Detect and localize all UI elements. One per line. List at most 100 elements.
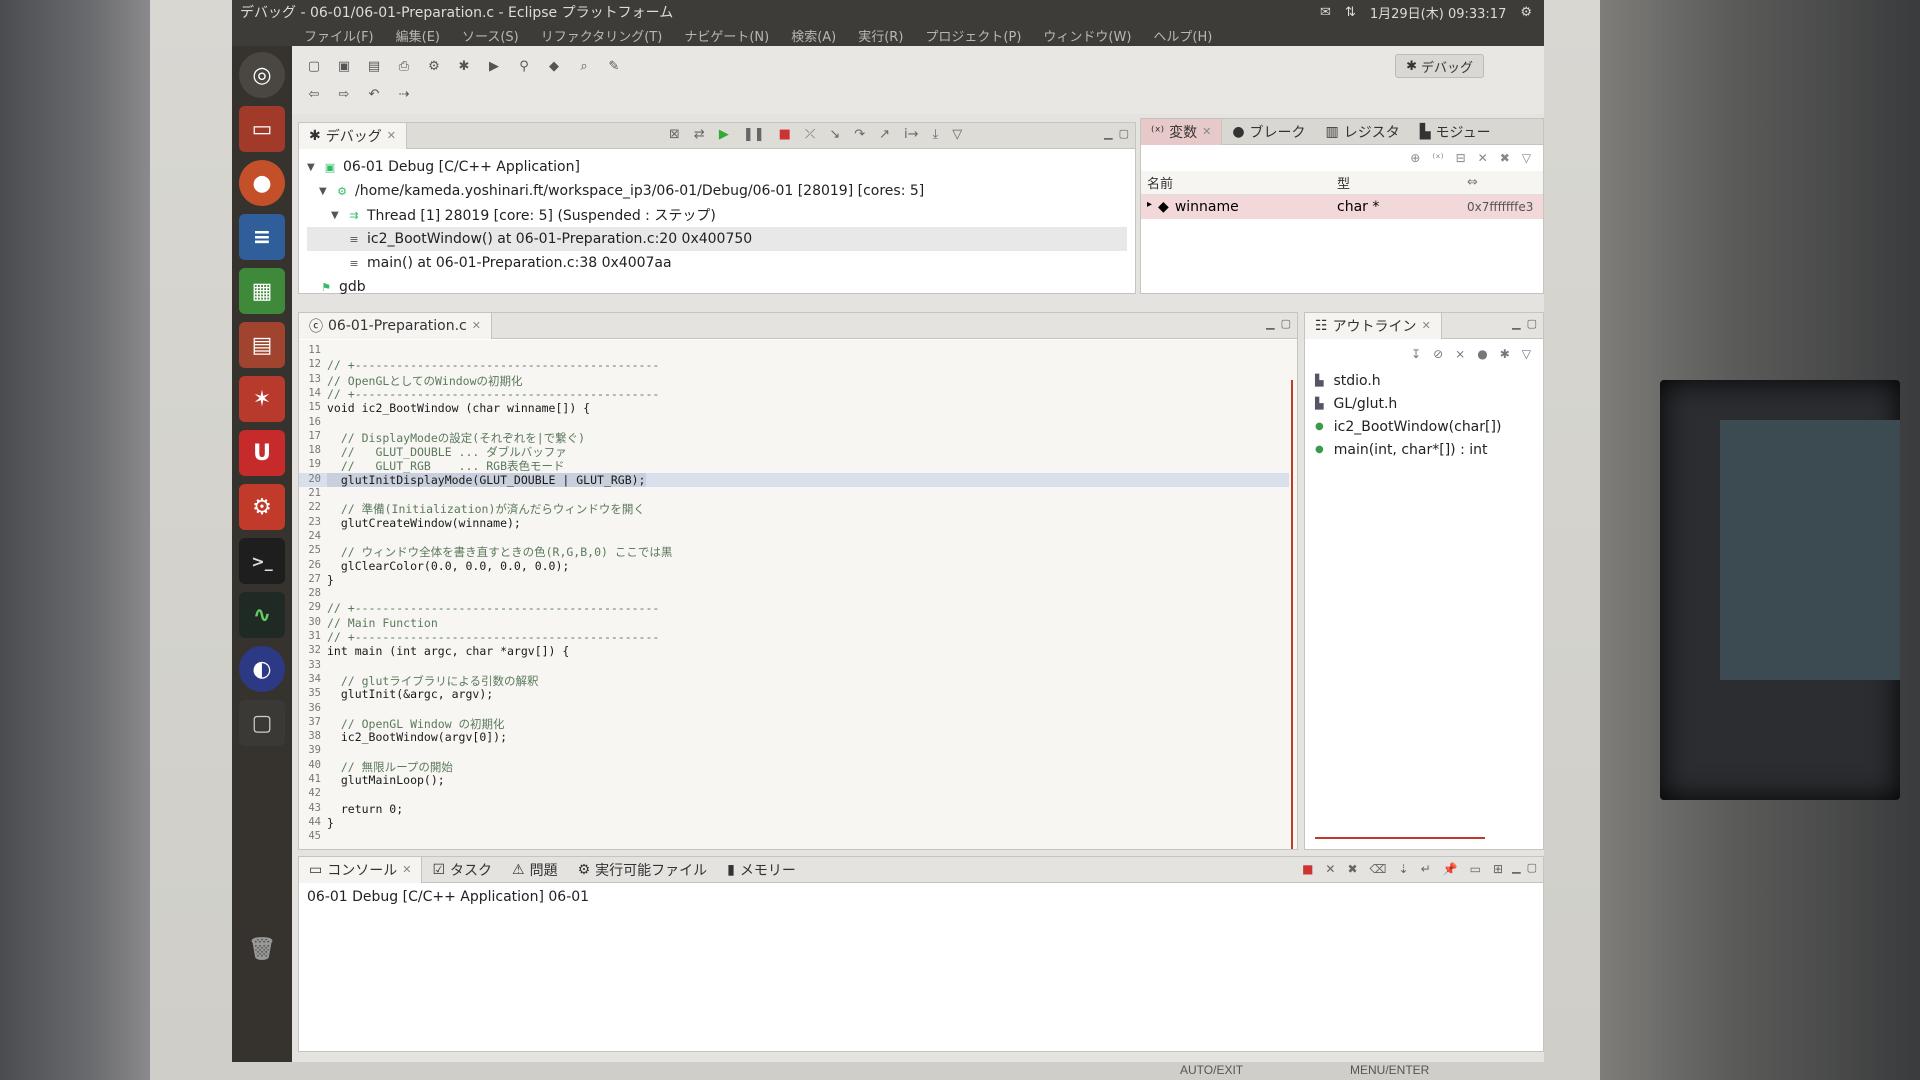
ubuntu-one-icon[interactable]: U: [239, 430, 285, 476]
step-into-icon[interactable]: ↘: [829, 127, 840, 142]
terminate-icon[interactable]: ■: [1302, 862, 1313, 876]
code-line[interactable]: 13 // OpenGLとしてのWindowの初期化: [299, 373, 1289, 388]
close-icon[interactable]: ✕: [402, 863, 411, 876]
debug-launch-icon[interactable]: ✱: [454, 56, 474, 76]
network-icon[interactable]: ⇅: [1345, 5, 1356, 20]
scroll-lock-icon[interactable]: ⇣: [1399, 862, 1409, 876]
menu-window[interactable]: ウィンドウ(W): [1043, 26, 1131, 45]
tab-editor-file[interactable]: ⓒ 06-01-Preparation.c ✕: [299, 312, 492, 339]
code-line[interactable]: 41 glutMainLoop();: [299, 773, 1289, 787]
tab-tasks[interactable]: ☑ タスク: [422, 857, 502, 883]
code-line[interactable]: 17 // DisplayModeの設定(それぞれを|で繋ぐ): [299, 430, 1289, 445]
collapse-all-icon[interactable]: ⊟: [1456, 151, 1466, 165]
code-line[interactable]: 38 ic2_BootWindow(argv[0]);: [299, 730, 1289, 744]
run-icon[interactable]: ▶: [484, 56, 504, 76]
code-line[interactable]: 25 // ウィンドウ全体を書き直すときの色(R,G,B,0) ここでは黒: [299, 544, 1289, 559]
code-line[interactable]: 15 void ic2_BootWindow (char winname[]) {: [299, 401, 1289, 415]
remove-icon[interactable]: ✕: [1478, 151, 1488, 165]
hide-fields-icon[interactable]: ⊘: [1433, 347, 1443, 361]
eclipse-icon[interactable]: ◐: [239, 646, 285, 692]
code-line[interactable]: 11: [299, 344, 1289, 358]
tab-debug[interactable]: ✱ デバッグ ✕: [299, 122, 407, 149]
hide-macro-icon[interactable]: ✱: [1500, 347, 1510, 361]
code-line[interactable]: 43 return 0;: [299, 802, 1289, 816]
mail-icon[interactable]: ✉: [1320, 5, 1331, 20]
menu-navigate[interactable]: ナビゲート(N): [684, 26, 769, 45]
save-icon[interactable]: ▣: [334, 56, 354, 76]
search-icon[interactable]: ⌕: [574, 56, 594, 76]
close-icon[interactable]: ✕: [387, 129, 396, 142]
code-line[interactable]: 22 // 準備(Initialization)が済んだらウィンドウを開く: [299, 501, 1289, 516]
code-line[interactable]: 19 // GLUT_RGB ... RGB表色モード: [299, 458, 1289, 473]
tab-problems[interactable]: ⚠ 問題: [502, 857, 568, 883]
add-global-icon[interactable]: ⊕: [1410, 151, 1420, 165]
back-icon[interactable]: ⇦: [304, 84, 324, 104]
minimize-icon[interactable]: ▁: [1104, 127, 1112, 140]
menu-help[interactable]: ヘルプ(H): [1153, 26, 1212, 45]
tab-executables[interactable]: ⚙ 実行可能ファイル: [568, 857, 718, 883]
tab-modules[interactable]: ▙ モジュー: [1410, 119, 1501, 145]
menu-refactor[interactable]: リファクタリング(T): [541, 26, 663, 45]
maximize-icon[interactable]: ▢: [1119, 127, 1129, 140]
code-line[interactable]: 23 glutCreateWindow(winname);: [299, 516, 1289, 530]
close-icon[interactable]: ✕: [1422, 319, 1431, 332]
maximize-icon[interactable]: ▢: [1527, 861, 1537, 874]
code-line[interactable]: 44}: [299, 816, 1289, 830]
minimize-icon[interactable]: ▁: [1512, 317, 1520, 330]
outline-item-stdio[interactable]: ▙ stdio.h: [1305, 369, 1543, 392]
code-line[interactable]: 27}: [299, 573, 1289, 587]
connect-icon[interactable]: ⇄: [694, 127, 705, 142]
sort-icon[interactable]: ↧: [1411, 347, 1421, 361]
annotation-icon[interactable]: ✎: [604, 56, 624, 76]
view-menu-icon[interactable]: ▽: [952, 127, 962, 142]
code-line[interactable]: 28: [299, 587, 1289, 601]
tree-frame-bootwindow[interactable]: ≡ ic2_BootWindow() at 06-01-Preparation.c…: [307, 227, 1127, 251]
suspend-icon[interactable]: ❚❚: [743, 127, 765, 142]
outline-item-bootwindow[interactable]: ● ic2_BootWindow(char[]): [1305, 415, 1543, 438]
code-line[interactable]: 26 glClearColor(0.0, 0.0, 0.0, 0.0);: [299, 559, 1289, 573]
open-console-icon[interactable]: ⊞: [1493, 862, 1503, 876]
code-line[interactable]: 30 // Main Function: [299, 616, 1289, 630]
code-line[interactable]: 37 // OpenGL Window の初期化: [299, 716, 1289, 731]
remove-all-icon[interactable]: ✖: [1500, 151, 1510, 165]
outline-item-glut[interactable]: ▙ GL/glut.h: [1305, 392, 1543, 415]
console-output[interactable]: 06-01 Debug [C/C++ Application] 06-01: [299, 883, 1543, 911]
variable-row[interactable]: ▸ ◆ winname char * 0x7fffffffe3: [1141, 195, 1543, 219]
pin-icon[interactable]: ⇢: [394, 84, 414, 104]
code-line[interactable]: 24: [299, 530, 1289, 544]
remove-terminated-icon[interactable]: ⊠: [669, 127, 680, 142]
expand-icon[interactable]: ▸: [1147, 199, 1152, 215]
menu-file[interactable]: ファイル(F): [304, 26, 374, 45]
tree-thread[interactable]: ▼ ⇉ Thread [1] 28019 [core: 5] (Suspended …: [307, 203, 1127, 227]
maximize-icon[interactable]: ▢: [1527, 317, 1537, 330]
instruction-stepping-icon[interactable]: i→: [904, 127, 919, 142]
code-line[interactable]: 35 glutInit(&argc, argv);: [299, 687, 1289, 701]
disconnect-icon[interactable]: ⤫: [805, 127, 815, 142]
new-icon[interactable]: ▢: [304, 56, 324, 76]
tree-process[interactable]: ▼ ⚙/home/kameda.yoshinari.ft/workspace_ip…: [307, 179, 1127, 203]
settings-gear-icon[interactable]: ⚙: [1520, 5, 1532, 20]
tab-breakpoints[interactable]: ● ブレーク: [1222, 119, 1315, 145]
step-over-icon[interactable]: ↷: [854, 127, 865, 142]
code-line[interactable]: 39: [299, 744, 1289, 758]
dash-icon[interactable]: ◎: [239, 52, 285, 98]
clear-console-icon[interactable]: ⌫: [1370, 862, 1387, 876]
code-line[interactable]: 32 int main (int argc, char *argv[]) {: [299, 644, 1289, 658]
menu-edit[interactable]: 編集(E): [396, 26, 440, 45]
forward-icon[interactable]: ⇨: [334, 84, 354, 104]
minimize-icon[interactable]: ▁: [1512, 861, 1520, 874]
code-line[interactable]: 36: [299, 702, 1289, 716]
last-edit-icon[interactable]: ↶: [364, 84, 384, 104]
code-line[interactable]: 45: [299, 830, 1289, 844]
terminate-icon[interactable]: ■: [779, 127, 791, 142]
menu-source[interactable]: ソース(S): [462, 26, 519, 45]
tree-launch[interactable]: ▼ ▣ 06-01 Debug [C/C++ Application]: [307, 155, 1127, 179]
print-icon[interactable]: ⎙: [394, 56, 414, 76]
terminal-icon[interactable]: >_: [239, 538, 285, 584]
drop-to-frame-icon[interactable]: ⤓: [933, 127, 939, 142]
tab-variables[interactable]: ⁽ˣ⁾ 変数 ✕: [1141, 118, 1223, 145]
code-line[interactable]: 12 // +----------------------------------…: [299, 358, 1289, 372]
debug-perspective-button[interactable]: ✱ デバッグ: [1395, 54, 1484, 78]
code-line[interactable]: 21: [299, 487, 1289, 501]
tree-gdb[interactable]: ⚑ gdb: [307, 275, 1127, 299]
